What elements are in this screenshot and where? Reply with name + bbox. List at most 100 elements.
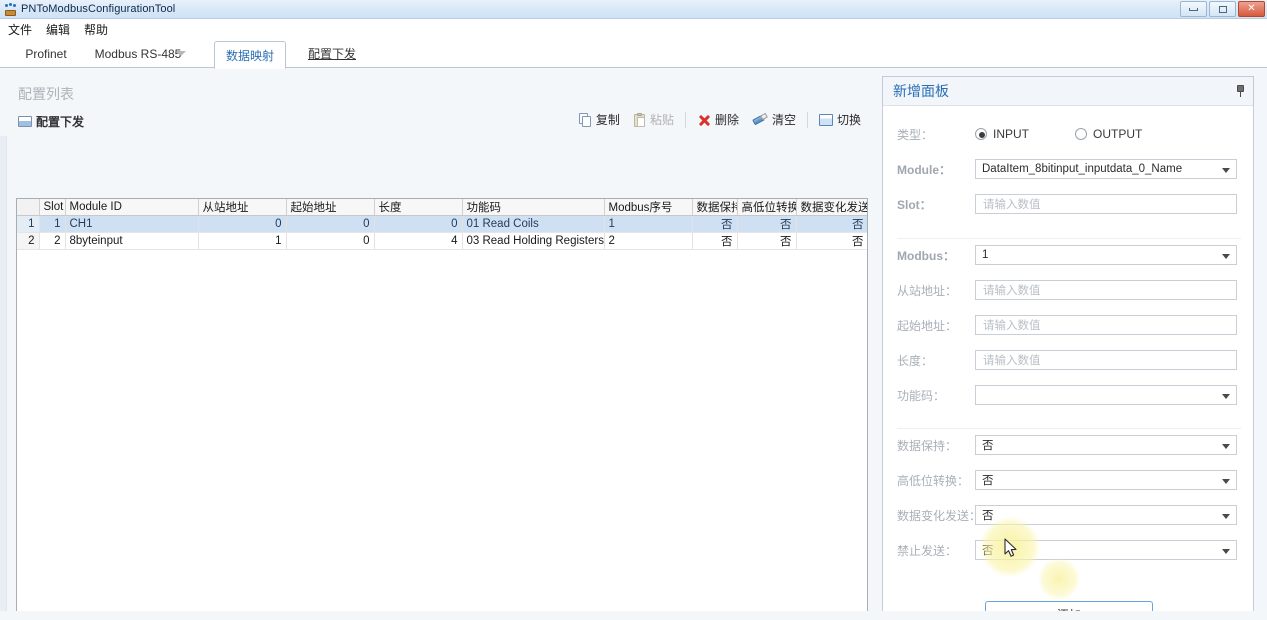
col-length[interactable]: 长度 bbox=[374, 199, 463, 216]
slot-input[interactable]: 请输入数值 bbox=[975, 194, 1237, 214]
tab-config-deploy[interactable]: 配置下发 bbox=[296, 39, 368, 68]
function-code-select[interactable] bbox=[975, 385, 1237, 405]
menu-help[interactable]: 帮助 bbox=[84, 21, 108, 38]
data-hold-label: 数据保持： bbox=[897, 438, 958, 453]
chevron-down-icon bbox=[1222, 444, 1230, 449]
module-select[interactable]: DataItem_8bitinput_inputdata_0_Name bbox=[975, 159, 1237, 179]
cell-start-address: 0 bbox=[286, 232, 375, 250]
chevron-down-icon bbox=[1222, 254, 1230, 259]
clear-button[interactable]: 清空 bbox=[746, 109, 803, 130]
delete-icon bbox=[697, 113, 711, 127]
form-divider-1 bbox=[897, 238, 1241, 239]
col-rownum[interactable] bbox=[17, 199, 40, 216]
radio-output-icon bbox=[1075, 128, 1087, 140]
cell-length: 0 bbox=[374, 215, 463, 233]
col-modbus-seq[interactable]: Modbus序号 bbox=[604, 199, 693, 216]
col-byte-swap[interactable]: 高低位转换 bbox=[737, 199, 797, 216]
deploy-config-button[interactable]: 配置下发 bbox=[18, 113, 84, 130]
field-module: Module： DataItem_8bitinput_inputdata_0_N… bbox=[883, 158, 1255, 180]
cell-byte-swap: 否 bbox=[737, 215, 797, 233]
minimize-button[interactable] bbox=[1180, 1, 1207, 17]
slot-label: Slot： bbox=[897, 197, 932, 212]
col-module-id[interactable]: Module ID bbox=[65, 199, 199, 216]
chevron-down-icon bbox=[1222, 479, 1230, 484]
radio-output[interactable]: OUTPUT bbox=[1075, 127, 1142, 141]
byte-swap-select[interactable]: 否 bbox=[975, 470, 1237, 490]
data-hold-select[interactable]: 否 bbox=[975, 435, 1237, 455]
field-length: 长度： 请输入数值 bbox=[883, 349, 1255, 371]
cell-modbus-seq: 1 bbox=[604, 215, 693, 233]
cell-byte-swap: 否 bbox=[737, 232, 797, 250]
chevron-down-icon[interactable] bbox=[176, 51, 186, 56]
disable-send-select[interactable]: 否 bbox=[975, 540, 1237, 560]
slave-address-placeholder: 请输入数值 bbox=[983, 285, 1041, 297]
close-button[interactable]: ✕ bbox=[1238, 1, 1265, 17]
slot-placeholder: 请输入数值 bbox=[983, 199, 1041, 211]
type-radio-group: INPUT OUTPUT bbox=[975, 127, 1237, 141]
cell-start-address: 0 bbox=[286, 215, 375, 233]
table-row[interactable]: 1 1 CH1 0 0 0 01 Read Coils 1 否 否 否 否 bbox=[17, 215, 867, 233]
copy-button[interactable]: 复制 bbox=[572, 109, 627, 130]
chevron-down-icon bbox=[1222, 549, 1230, 554]
field-disable-send: 禁止发送： 否 bbox=[883, 539, 1255, 561]
byte-swap-label: 高低位转换： bbox=[897, 473, 970, 488]
clear-label: 清空 bbox=[771, 113, 796, 127]
form-divider-2 bbox=[897, 428, 1241, 429]
paste-label: 粘贴 bbox=[649, 113, 674, 127]
field-slot: Slot： 请输入数值 bbox=[883, 193, 1255, 215]
col-slave-address[interactable]: 从站地址 bbox=[198, 199, 287, 216]
cell-function-code: 03 Read Holding Registers bbox=[462, 232, 605, 250]
tab-modbus-rs485[interactable]: Modbus RS-485 bbox=[88, 39, 188, 68]
tab-profinet[interactable]: Profinet bbox=[10, 39, 82, 68]
add-panel: 新增面板 类型： INPUT OUTPUT Module： DataItem_8… bbox=[882, 76, 1255, 620]
modbus-select-value: 1 bbox=[982, 249, 989, 261]
chevron-down-icon bbox=[1222, 514, 1230, 519]
type-label: 类型： bbox=[897, 127, 934, 142]
length-placeholder: 请输入数值 bbox=[983, 355, 1041, 367]
delete-label: 删除 bbox=[714, 113, 739, 127]
table-header-row: Slot Module ID 从站地址 起始地址 长度 功能码 Modbus序号… bbox=[17, 199, 867, 216]
cell-data-hold: 否 bbox=[692, 232, 738, 250]
add-panel-title: 新增面板 bbox=[893, 83, 949, 99]
radio-input-label: INPUT bbox=[993, 127, 1029, 141]
add-panel-header: 新增面板 bbox=[883, 77, 1253, 106]
send-on-change-select[interactable]: 否 bbox=[975, 505, 1237, 525]
page-title: 配置列表 bbox=[18, 86, 74, 102]
module-label: Module： bbox=[897, 162, 951, 177]
disable-send-label: 禁止发送： bbox=[897, 543, 958, 558]
switch-icon bbox=[818, 113, 833, 126]
col-data-hold[interactable]: 数据保持 bbox=[692, 199, 738, 216]
col-send-on-change[interactable]: 数据变化发送 bbox=[796, 199, 867, 216]
app-icon bbox=[4, 2, 17, 16]
pin-icon[interactable] bbox=[1236, 85, 1245, 97]
start-address-input[interactable]: 请输入数值 bbox=[975, 315, 1237, 335]
col-start-address[interactable]: 起始地址 bbox=[286, 199, 375, 216]
disable-send-value: 否 bbox=[982, 545, 994, 557]
tab-data-mapping[interactable]: 数据映射 bbox=[214, 41, 286, 69]
radio-input[interactable]: INPUT bbox=[975, 127, 1029, 141]
switch-button[interactable]: 切换 bbox=[812, 109, 868, 130]
col-function-code[interactable]: 功能码 bbox=[462, 199, 605, 216]
slave-address-input[interactable]: 请输入数值 bbox=[975, 280, 1237, 300]
delete-button[interactable]: 删除 bbox=[690, 109, 746, 130]
cell-send-on-change: 否 bbox=[796, 232, 867, 250]
col-slot[interactable]: Slot bbox=[39, 199, 66, 216]
tab-strip: Profinet Modbus RS-485 数据映射 配置下发 bbox=[0, 39, 1267, 69]
send-on-change-value: 否 bbox=[982, 510, 994, 522]
left-gutter bbox=[0, 136, 7, 620]
config-table[interactable]: Slot Module ID 从站地址 起始地址 长度 功能码 Modbus序号… bbox=[16, 198, 868, 620]
menu-file[interactable]: 文件 bbox=[8, 21, 32, 38]
menu-edit[interactable]: 编辑 bbox=[46, 21, 70, 38]
field-byte-swap: 高低位转换： 否 bbox=[883, 469, 1255, 491]
paste-button[interactable]: 粘贴 bbox=[627, 109, 681, 130]
cell-function-code: 01 Read Coils bbox=[462, 215, 605, 233]
table-row[interactable]: 2 2 8byteinput 1 0 4 03 Read Holding Reg… bbox=[17, 232, 867, 250]
radio-output-label: OUTPUT bbox=[1093, 127, 1143, 141]
cell-slave-address: 1 bbox=[198, 232, 287, 250]
length-input[interactable]: 请输入数值 bbox=[975, 350, 1237, 370]
application-window: PNToModbusConfigurationTool ✕ 文件 编辑 帮助 P… bbox=[0, 0, 1267, 620]
paste-icon bbox=[633, 112, 646, 127]
maximize-button[interactable] bbox=[1209, 1, 1236, 17]
cell-data-hold: 否 bbox=[692, 215, 738, 233]
modbus-select[interactable]: 1 bbox=[975, 245, 1237, 265]
